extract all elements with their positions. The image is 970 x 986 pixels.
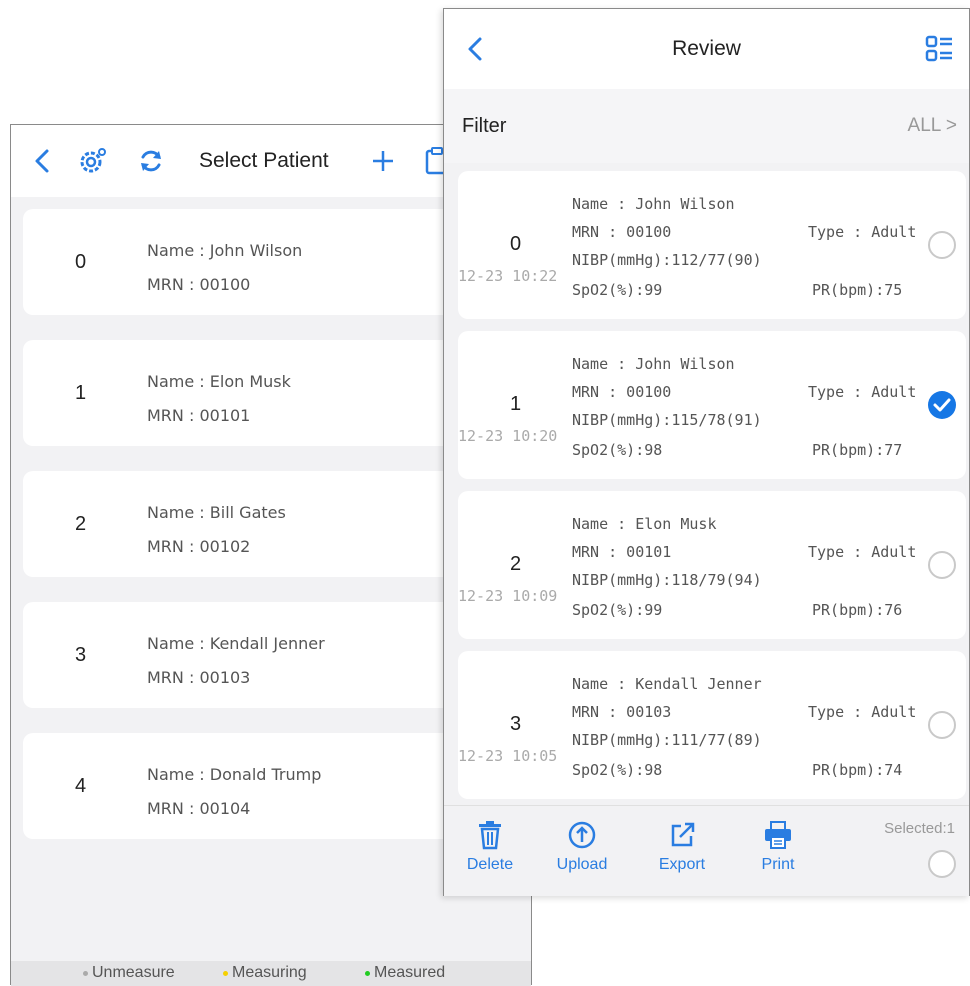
patient-index: 0	[75, 251, 87, 273]
patient-index: 2	[75, 513, 87, 535]
green-dot-icon	[365, 970, 370, 976]
add-icon[interactable]	[367, 145, 399, 177]
record-index: 1	[510, 393, 522, 415]
gray-dot-icon	[83, 970, 88, 976]
record-type: Type : Adult	[808, 543, 917, 561]
status-legend: Unmeasure Measuring Measured	[11, 961, 531, 986]
record-spo2: SpO2(%):99	[572, 281, 663, 299]
yellow-dot-icon	[223, 970, 228, 976]
patient-mrn: MRN : 00104	[147, 799, 251, 818]
select-all-radio[interactable]	[928, 850, 956, 878]
patient-name: Name : Donald Trump	[147, 765, 322, 784]
record-select-radio[interactable]	[928, 391, 956, 419]
print-icon	[765, 821, 791, 849]
refresh-icon[interactable]	[135, 145, 167, 177]
legend-measured: Measured	[365, 964, 445, 982]
record-name: Name : Kendall Jenner	[572, 675, 762, 693]
record-mrn: MRN : 00100	[572, 383, 672, 401]
back-icon[interactable]	[27, 145, 59, 177]
patient-mrn: MRN : 00102	[147, 537, 251, 556]
export-icon	[671, 822, 695, 847]
record-pr: PR(bpm):74	[812, 761, 903, 779]
list-view-icon[interactable]	[924, 33, 956, 65]
export-label: Export	[658, 856, 706, 873]
record-mrn: MRN : 00103	[572, 703, 672, 721]
record-card[interactable]: 1 12-23 10:20 Name : John Wilson MRN : 0…	[458, 331, 966, 479]
record-spo2: SpO2(%):98	[572, 441, 663, 459]
patient-index: 4	[75, 775, 87, 797]
record-index: 2	[510, 553, 522, 575]
patient-name: Name : John Wilson	[147, 241, 303, 260]
record-card[interactable]: 3 12-23 10:05 Name : Kendall Jenner MRN …	[458, 651, 966, 799]
record-time: 12-23 10:20	[458, 427, 558, 445]
filter-bar[interactable]: Filter ALL >	[444, 89, 969, 163]
patient-name: Name : Elon Musk	[147, 372, 291, 391]
patient-mrn: MRN : 00100	[147, 275, 251, 294]
legend-unmeasure: Unmeasure	[83, 964, 175, 982]
legend-measuring: Measuring	[223, 964, 307, 982]
record-name: Name : John Wilson	[572, 195, 735, 213]
patient-mrn: MRN : 00103	[147, 668, 251, 687]
legend-measured-label: Measured	[374, 964, 446, 981]
check-icon	[933, 398, 951, 412]
record-index: 3	[510, 713, 522, 735]
upload-button[interactable]: Upload	[546, 820, 618, 874]
record-time: 12-23 10:05	[458, 747, 558, 765]
record-card[interactable]: 2 12-23 10:09 Name : Elon Musk MRN : 001…	[458, 491, 966, 639]
legend-measuring-label: Measuring	[232, 964, 307, 981]
record-time: 12-23 10:09	[458, 587, 558, 605]
patient-mrn: MRN : 00101	[147, 406, 251, 425]
record-spo2: SpO2(%):99	[572, 601, 663, 619]
filter-label: Filter	[462, 115, 507, 137]
record-spo2: SpO2(%):98	[572, 761, 663, 779]
record-mrn: MRN : 00101	[572, 543, 672, 561]
record-type: Type : Adult	[808, 223, 917, 241]
record-select-radio[interactable]	[928, 231, 956, 259]
record-type: Type : Adult	[808, 383, 917, 401]
selected-count: Selected:1	[884, 820, 955, 837]
legend-unmeasure-label: Unmeasure	[92, 964, 175, 981]
record-nibp: NIBP(mmHg):118/79(94)	[572, 571, 762, 589]
filter-value[interactable]: ALL >	[908, 115, 957, 137]
upload-label: Upload	[556, 856, 608, 873]
delete-button[interactable]: Delete	[454, 820, 526, 874]
record-select-radio[interactable]	[928, 711, 956, 739]
record-pr: PR(bpm):77	[812, 441, 903, 459]
review-toolbar: Delete Upload Export Print Selected:1	[444, 805, 969, 896]
print-button[interactable]: Print	[742, 820, 814, 874]
trash-icon	[479, 821, 501, 850]
print-label: Print	[761, 856, 795, 873]
page-title: Select Patient	[199, 149, 329, 172]
record-nibp: NIBP(mmHg):112/77(90)	[572, 251, 762, 269]
upload-icon	[568, 821, 596, 849]
review-header: Review	[444, 9, 969, 89]
record-type: Type : Adult	[808, 703, 917, 721]
record-card[interactable]: 0 12-23 10:22 Name : John Wilson MRN : 0…	[458, 171, 966, 319]
record-index: 0	[510, 233, 522, 255]
record-select-radio[interactable]	[928, 551, 956, 579]
record-nibp: NIBP(mmHg):115/78(91)	[572, 411, 762, 429]
review-window: Review Filter ALL > 0 12-23 10:22 Name :…	[443, 8, 970, 896]
record-nibp: NIBP(mmHg):111/77(89)	[572, 731, 762, 749]
settings-icon[interactable]	[77, 145, 109, 177]
patient-index: 3	[75, 644, 87, 666]
record-name: Name : John Wilson	[572, 355, 735, 373]
record-pr: PR(bpm):76	[812, 601, 903, 619]
record-pr: PR(bpm):75	[812, 281, 903, 299]
record-name: Name : Elon Musk	[572, 515, 717, 533]
patient-name: Name : Bill Gates	[147, 503, 286, 522]
patient-name: Name : Kendall Jenner	[147, 634, 325, 653]
record-time: 12-23 10:22	[458, 267, 558, 285]
patient-index: 1	[75, 382, 87, 404]
delete-label: Delete	[466, 856, 514, 873]
export-button[interactable]: Export	[646, 820, 718, 874]
page-title: Review	[672, 37, 741, 60]
record-mrn: MRN : 00100	[572, 223, 672, 241]
